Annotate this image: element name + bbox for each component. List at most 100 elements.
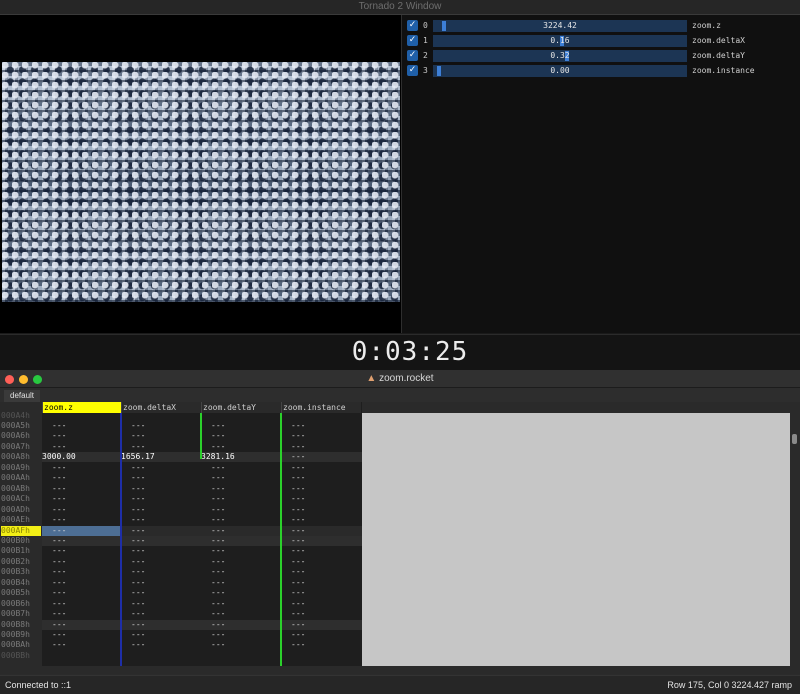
empty-cell[interactable]: ---	[131, 536, 209, 546]
empty-cell[interactable]: ---	[211, 578, 289, 588]
empty-cell[interactable]: ---	[291, 588, 362, 598]
track-header[interactable]: zoom.instance	[281, 402, 361, 413]
empty-cell[interactable]: ---	[211, 557, 289, 567]
empty-cell[interactable]: ---	[52, 567, 130, 577]
empty-cell[interactable]: ---	[131, 463, 209, 473]
param-slider[interactable]: 0.00	[433, 65, 687, 77]
empty-cell[interactable]: ---	[291, 630, 362, 640]
empty-cell[interactable]: ---	[52, 578, 130, 588]
empty-cell[interactable]: ---	[211, 588, 289, 598]
empty-cell[interactable]: ---	[131, 484, 209, 494]
minimize-window-button[interactable]	[19, 375, 28, 384]
empty-cell[interactable]: ---	[211, 442, 289, 452]
empty-cell[interactable]: ---	[291, 494, 362, 504]
check-icon[interactable]: ✓	[407, 65, 418, 76]
param-slider[interactable]: 3224.42	[433, 20, 687, 32]
param-slider[interactable]: 0.32	[433, 50, 687, 62]
empty-cell[interactable]: ---	[291, 599, 362, 609]
empty-cell[interactable]: ---	[131, 620, 209, 630]
track-header[interactable]: zoom.deltaX	[121, 402, 201, 413]
empty-cell[interactable]: ---	[52, 630, 130, 640]
check-icon[interactable]: ✓	[407, 50, 418, 61]
empty-cell[interactable]: ---	[52, 620, 130, 630]
empty-cell[interactable]: ---	[52, 494, 130, 504]
empty-cell[interactable]: ---	[291, 515, 362, 525]
empty-cell[interactable]: ---	[211, 431, 289, 441]
empty-cell[interactable]: ---	[52, 505, 130, 515]
empty-cell[interactable]: ---	[291, 640, 362, 650]
vertical-scrollbar[interactable]	[790, 402, 800, 666]
empty-cell[interactable]: ---	[131, 609, 209, 619]
empty-cell[interactable]: ---	[211, 515, 289, 525]
empty-cell[interactable]: ---	[52, 640, 130, 650]
empty-cell[interactable]: ---	[52, 473, 130, 483]
empty-cell[interactable]: ---	[52, 421, 130, 431]
empty-cell[interactable]: ---	[291, 473, 362, 483]
empty-cell[interactable]: ---	[291, 578, 362, 588]
empty-cell[interactable]: ---	[291, 431, 362, 441]
empty-cell[interactable]: ---	[291, 546, 362, 556]
check-icon[interactable]: ✓	[407, 35, 418, 46]
empty-cell[interactable]: ---	[131, 546, 209, 556]
empty-cell[interactable]: ---	[131, 473, 209, 483]
empty-cell[interactable]: ---	[291, 536, 362, 546]
empty-cell[interactable]: ---	[291, 421, 362, 431]
empty-cell[interactable]: ---	[291, 442, 362, 452]
empty-cell[interactable]: ---	[211, 567, 289, 577]
empty-cell[interactable]: ---	[52, 599, 130, 609]
empty-cell[interactable]: ---	[131, 494, 209, 504]
empty-cell[interactable]: ---	[131, 526, 209, 536]
empty-cell[interactable]: ---	[291, 505, 362, 515]
empty-cell[interactable]: ---	[131, 557, 209, 567]
empty-cell[interactable]: ---	[131, 599, 209, 609]
empty-cell[interactable]: ---	[211, 620, 289, 630]
empty-cell[interactable]: ---	[52, 484, 130, 494]
empty-cell[interactable]: ---	[131, 588, 209, 598]
empty-cell[interactable]: ---	[291, 567, 362, 577]
empty-cell[interactable]: ---	[131, 431, 209, 441]
empty-cell[interactable]: ---	[131, 421, 209, 431]
empty-cell[interactable]: ---	[211, 526, 289, 536]
empty-cell[interactable]: ---	[211, 640, 289, 650]
empty-cell[interactable]: ---	[52, 463, 130, 473]
empty-cell[interactable]: ---	[211, 536, 289, 546]
empty-cell[interactable]: ---	[211, 599, 289, 609]
track-editor-grid[interactable]: zoom.z zoom.deltaX zoom.deltaY zoom.instanc…	[0, 402, 362, 666]
empty-cell[interactable]: ---	[52, 431, 130, 441]
empty-cell[interactable]: ---	[211, 505, 289, 515]
empty-cell[interactable]: ---	[291, 463, 362, 473]
empty-cell[interactable]: ---	[52, 526, 130, 536]
empty-cell[interactable]: ---	[211, 463, 289, 473]
track-header[interactable]: zoom.deltaY	[201, 402, 281, 413]
scrollbar-thumb[interactable]	[792, 434, 797, 444]
empty-cell[interactable]: ---	[211, 609, 289, 619]
empty-cell[interactable]: ---	[291, 526, 362, 536]
empty-cell[interactable]: ---	[52, 588, 130, 598]
empty-cell[interactable]: ---	[52, 557, 130, 567]
key-cell[interactable]: 3000.00	[42, 452, 120, 462]
check-icon[interactable]: ✓	[407, 20, 418, 31]
track-header[interactable]: zoom.z	[42, 402, 122, 413]
key-cell[interactable]: 3281.16	[201, 452, 279, 462]
empty-cell[interactable]: ---	[291, 620, 362, 630]
empty-cell[interactable]: ---	[52, 609, 130, 619]
empty-cell[interactable]: ---	[52, 536, 130, 546]
param-slider[interactable]: 0.16	[433, 35, 687, 47]
empty-cell[interactable]: ---	[211, 546, 289, 556]
close-window-button[interactable]	[5, 375, 14, 384]
empty-cell[interactable]: ---	[131, 567, 209, 577]
empty-cell[interactable]: ---	[131, 442, 209, 452]
empty-cell[interactable]: ---	[211, 421, 289, 431]
empty-cell[interactable]: ---	[291, 484, 362, 494]
empty-cell[interactable]: ---	[131, 578, 209, 588]
tab-default[interactable]: default	[4, 390, 41, 402]
empty-cell[interactable]: ---	[131, 640, 209, 650]
empty-cell[interactable]: ---	[52, 515, 130, 525]
empty-cell[interactable]: ---	[291, 452, 362, 462]
empty-cell[interactable]: ---	[131, 505, 209, 515]
key-cell[interactable]: 1656.17	[121, 452, 199, 462]
empty-cell[interactable]: ---	[211, 494, 289, 504]
maximize-window-button[interactable]	[33, 375, 42, 384]
empty-cell[interactable]: ---	[131, 630, 209, 640]
empty-cell[interactable]: ---	[291, 609, 362, 619]
